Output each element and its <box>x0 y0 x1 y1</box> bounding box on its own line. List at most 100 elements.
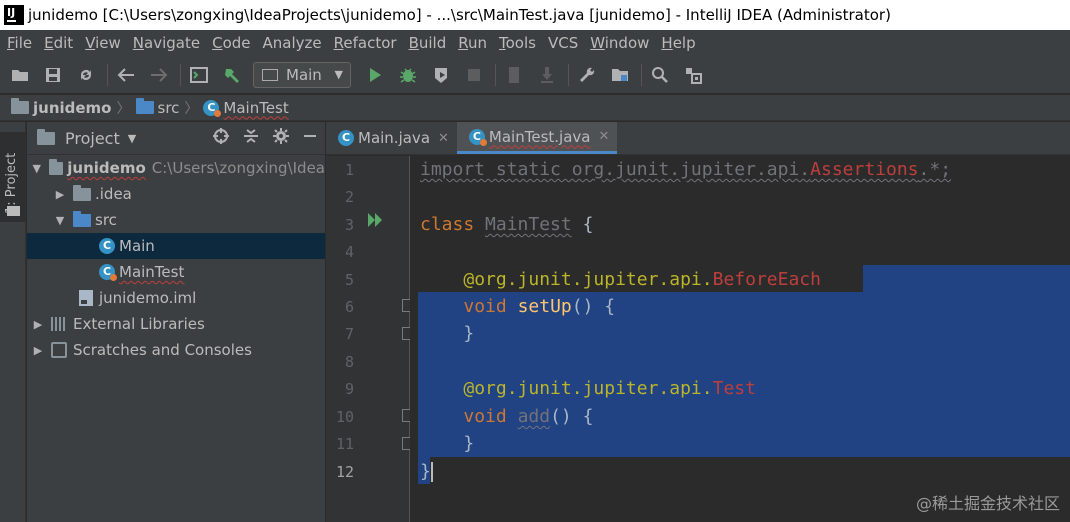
tree-item-src[interactable]: ▼ src <box>27 207 325 233</box>
synchronize-icon[interactable] <box>74 63 98 87</box>
menu-label: Analyze <box>262 34 322 52</box>
menu-mnemonic: R <box>458 34 468 52</box>
menu-item[interactable]: Refactor <box>327 34 402 52</box>
download-icon[interactable] <box>535 63 559 87</box>
tab-label: Main.java <box>358 129 431 147</box>
code-import: import static org.junit.jupiter.api. <box>420 159 811 180</box>
tree-item-main[interactable]: C Main <box>27 233 325 259</box>
chevron-down-icon[interactable]: ▼ <box>128 132 136 145</box>
tab-main-java[interactable]: C Main.java ✕ <box>326 122 457 154</box>
tree-item-label: .idea <box>95 185 132 203</box>
scratches-icon <box>51 342 67 358</box>
menu-item[interactable]: Code <box>205 34 255 52</box>
tab-maintest-java[interactable]: C MainTest.java ✕ <box>456 122 618 154</box>
application-config-icon <box>262 68 278 81</box>
menu-item[interactable]: Navigate <box>126 34 205 52</box>
intellij-app-icon <box>4 5 24 25</box>
text-caret <box>430 462 433 482</box>
tree-item-external-libraries[interactable]: ▶ External Libraries <box>27 311 325 337</box>
menu-item[interactable]: View <box>78 34 126 52</box>
gear-icon[interactable] <box>273 128 289 148</box>
code-line-11: } <box>410 430 474 457</box>
menu-item[interactable]: Analyze <box>256 34 327 52</box>
hide-panel-icon[interactable] <box>303 128 317 148</box>
attach-profiler-icon[interactable] <box>502 63 526 87</box>
tree-item-label: src <box>95 211 117 229</box>
menu-mnemonic: V <box>85 34 96 52</box>
collapse-all-icon[interactable] <box>243 128 259 148</box>
module-file-icon <box>79 290 93 306</box>
code-line-5: @org.junit.jupiter.api.BeforeEach <box>410 266 821 293</box>
code-brace: } <box>420 461 431 482</box>
run-configuration-select[interactable]: Main ▼ <box>253 61 351 88</box>
menu-item[interactable]: Help <box>654 34 700 52</box>
line-number: 7 <box>344 325 354 343</box>
editor-gutter[interactable]: 1 2 3 4 5 6 7 8 9 10 11 12 <box>326 156 414 522</box>
code-params: () { <box>550 406 594 427</box>
menu-mnemonic: T <box>499 34 506 52</box>
tree-item-maintest[interactable]: C MainTest <box>27 259 325 285</box>
menu-item[interactable]: VCS <box>541 34 583 52</box>
tree-item-junidemo[interactable]: ▼ junidemo C:\Users\zongxing\Idea <box>27 155 325 181</box>
class-icon: C <box>338 130 354 146</box>
menu-item[interactable]: Build <box>402 34 452 52</box>
presentation-assistant-icon[interactable] <box>681 63 705 87</box>
code-line-1: import static org.junit.jupiter.api.Asse… <box>410 156 951 183</box>
project-view-title[interactable]: Project <box>65 129 120 148</box>
menu-item[interactable]: Window <box>583 34 654 52</box>
menu-bar: File Edit View Navigate Code Analyze Refactor B… <box>0 30 1070 56</box>
code-annotation: @org.junit.jupiter.api. <box>463 269 713 290</box>
tab-label: MainTest.java <box>488 127 591 146</box>
code-method-name: add <box>517 406 551 427</box>
terminal-icon[interactable] <box>187 63 211 87</box>
run-test-gutter-icon[interactable] <box>367 212 385 232</box>
back-arrow-icon[interactable] <box>114 63 138 87</box>
expanded-arrow-icon[interactable]: ▼ <box>53 214 67 227</box>
code-params: () { <box>571 296 616 317</box>
tree-item-idea[interactable]: ▶ .idea <box>27 181 325 207</box>
run-with-coverage-icon[interactable] <box>429 63 453 87</box>
library-icon <box>51 317 67 331</box>
menu-item[interactable]: Edit <box>37 34 78 52</box>
open-folder-icon[interactable] <box>8 63 32 87</box>
folder-icon <box>7 206 20 216</box>
menu-item[interactable]: File <box>0 34 37 52</box>
tree-item-label: Main <box>119 237 155 255</box>
expanded-arrow-icon[interactable]: ▼ <box>31 162 43 175</box>
breadcrumb-file[interactable]: C MainTest <box>203 99 289 117</box>
code-line-3: class MainTest { <box>410 211 593 238</box>
tree-item-label: Scratches and Consoles <box>73 341 252 359</box>
save-all-icon[interactable] <box>41 63 65 87</box>
breadcrumb-project[interactable]: junidemo <box>11 98 112 117</box>
settings-wrench-icon[interactable] <box>575 63 599 87</box>
debug-bug-icon[interactable] <box>396 63 420 87</box>
tree-item-iml[interactable]: junidemo.iml <box>27 285 325 311</box>
collapsed-arrow-icon[interactable]: ▶ <box>31 344 45 357</box>
collapsed-arrow-icon[interactable]: ▶ <box>53 188 67 201</box>
run-icon[interactable] <box>363 63 387 87</box>
toolbar-separator <box>641 63 642 86</box>
menu-label: efactor <box>343 34 397 52</box>
menu-mnemonic: E <box>44 34 54 52</box>
toolbar-separator <box>107 63 108 86</box>
editor-tab-bar: C Main.java ✕ C MainTest.java ✕ <box>326 122 1070 155</box>
menu-mnemonic: N <box>132 34 145 52</box>
line-number: 1 <box>344 161 354 179</box>
code-brace: } <box>463 433 475 454</box>
code-editor[interactable]: import static org.junit.jupiter.api.Asse… <box>410 156 1070 522</box>
close-icon[interactable]: ✕ <box>598 129 609 144</box>
collapsed-arrow-icon[interactable]: ▶ <box>31 318 45 331</box>
project-structure-icon[interactable] <box>608 63 632 87</box>
menu-item[interactable]: Run <box>451 34 492 52</box>
menu-mnemonic: W <box>590 34 605 52</box>
build-hammer-icon[interactable] <box>220 63 244 87</box>
forward-arrow-icon[interactable] <box>147 63 171 87</box>
close-icon[interactable]: ✕ <box>438 131 449 146</box>
breadcrumb-folder[interactable]: src <box>135 98 179 117</box>
search-icon[interactable] <box>648 63 672 87</box>
stop-icon[interactable] <box>462 63 486 87</box>
locate-target-icon[interactable] <box>213 128 229 148</box>
tree-item-scratches[interactable]: ▶ Scratches and Consoles <box>27 337 325 363</box>
menu-item[interactable]: Tools <box>492 34 541 52</box>
code-void-keyword: void <box>463 296 507 317</box>
